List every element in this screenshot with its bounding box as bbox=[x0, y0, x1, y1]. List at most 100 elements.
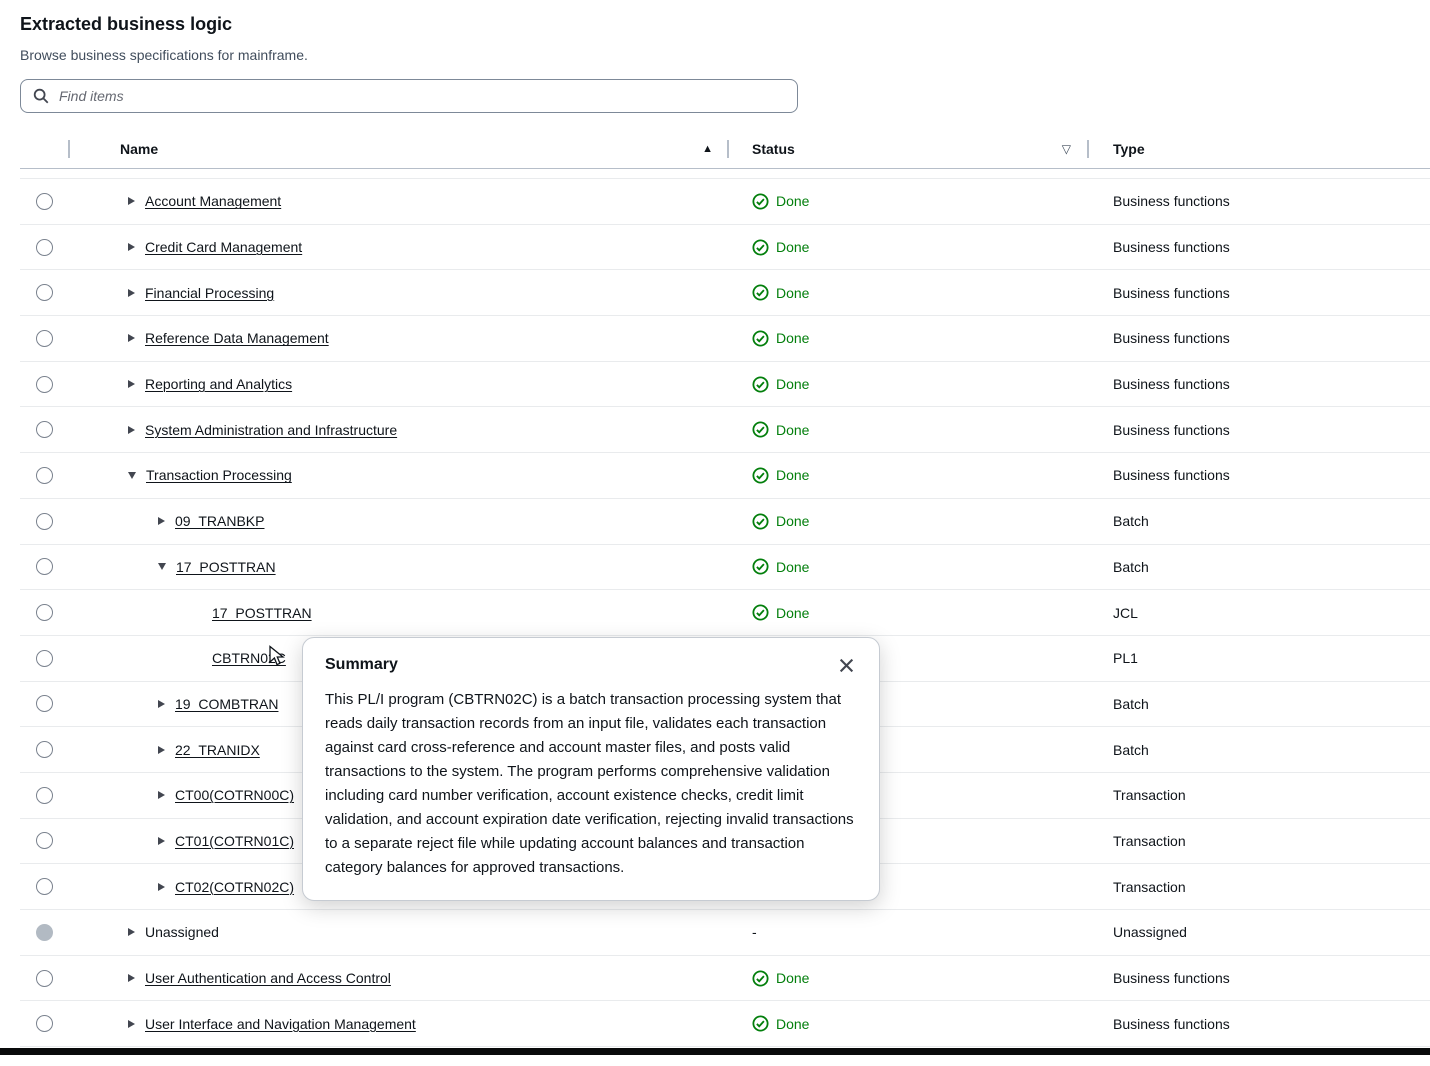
row-status-cell: Done bbox=[727, 604, 1087, 621]
expand-caret-icon[interactable] bbox=[128, 472, 136, 479]
row-radio-button[interactable] bbox=[36, 193, 53, 210]
column-label-name: Name bbox=[120, 141, 158, 157]
row-radio-button[interactable] bbox=[36, 239, 53, 256]
row-radio-button[interactable] bbox=[36, 695, 53, 712]
expand-caret-icon[interactable] bbox=[158, 837, 165, 845]
column-header-type[interactable]: Type bbox=[1087, 141, 1430, 157]
row-status-cell: Done bbox=[727, 193, 1087, 210]
expand-caret-icon[interactable] bbox=[128, 1020, 135, 1028]
expand-caret-icon[interactable] bbox=[158, 883, 165, 891]
row-name-link[interactable]: Credit Card Management bbox=[145, 239, 302, 255]
row-name-link[interactable]: System Administration and Infrastructure bbox=[145, 422, 397, 438]
row-name-link[interactable]: User Interface and Navigation Management bbox=[145, 1016, 416, 1032]
row-selection-cell bbox=[20, 239, 68, 256]
status-success-icon bbox=[752, 558, 769, 575]
expand-caret-icon[interactable] bbox=[158, 746, 165, 754]
row-name-link[interactable]: 17_POSTTRAN bbox=[176, 559, 276, 575]
row-radio-button[interactable] bbox=[36, 924, 53, 941]
status-success-icon bbox=[752, 604, 769, 621]
row-name-cell: Unassigned bbox=[68, 924, 727, 940]
row-radio-button[interactable] bbox=[36, 330, 53, 347]
page-title: Extracted business logic bbox=[20, 14, 1410, 35]
status-text: Done bbox=[776, 559, 809, 575]
row-radio-button[interactable] bbox=[36, 878, 53, 895]
row-radio-button[interactable] bbox=[36, 467, 53, 484]
row-radio-button[interactable] bbox=[36, 650, 53, 667]
row-name-cell: Account Management bbox=[68, 193, 727, 209]
row-radio-button[interactable] bbox=[36, 787, 53, 804]
status-text: Done bbox=[776, 422, 809, 438]
row-selection-cell bbox=[20, 878, 68, 895]
row-radio-button[interactable] bbox=[36, 558, 53, 575]
row-selection-cell bbox=[20, 695, 68, 712]
row-radio-button[interactable] bbox=[36, 604, 53, 621]
status-success-icon bbox=[752, 239, 769, 256]
row-type: Business functions bbox=[1087, 193, 1430, 209]
expand-caret-icon[interactable] bbox=[128, 197, 135, 205]
expand-caret-icon[interactable] bbox=[128, 243, 135, 251]
row-name-cell: 17_POSTTRAN bbox=[68, 605, 727, 621]
expand-caret-icon[interactable] bbox=[128, 426, 135, 434]
row-name-link[interactable]: Reference Data Management bbox=[145, 330, 329, 346]
row-type: Transaction bbox=[1087, 833, 1430, 849]
row-radio-button[interactable] bbox=[36, 376, 53, 393]
business-logic-table: Name ▲ Status ▽ Type Account Management bbox=[20, 129, 1430, 1047]
expand-caret-icon[interactable] bbox=[128, 289, 135, 297]
row-name-link[interactable]: Reporting and Analytics bbox=[145, 376, 292, 392]
row-name-link[interactable]: Account Management bbox=[145, 193, 281, 209]
column-header-name[interactable]: Name ▲ bbox=[68, 141, 727, 157]
row-type: Batch bbox=[1087, 559, 1430, 575]
row-radio-button[interactable] bbox=[36, 741, 53, 758]
row-selection-cell bbox=[20, 1015, 68, 1032]
row-name-cell: Transaction Processing bbox=[68, 467, 727, 483]
expand-caret-icon[interactable] bbox=[158, 700, 165, 708]
expand-caret-icon[interactable] bbox=[158, 791, 165, 799]
close-icon[interactable] bbox=[835, 654, 857, 676]
row-selection-cell bbox=[20, 604, 68, 621]
expand-caret-icon[interactable] bbox=[128, 334, 135, 342]
row-status-cell: Done bbox=[727, 239, 1087, 256]
expand-caret-icon[interactable] bbox=[158, 563, 166, 570]
column-header-status[interactable]: Status ▽ bbox=[727, 141, 1087, 157]
row-radio-button[interactable] bbox=[36, 832, 53, 849]
sort-descending-icon[interactable]: ▽ bbox=[1062, 142, 1071, 156]
row-name-cell: 17_POSTTRAN bbox=[68, 559, 727, 575]
row-type: Business functions bbox=[1087, 1016, 1430, 1032]
column-label-type: Type bbox=[1113, 141, 1145, 157]
row-name-link[interactable]: CT00(COTRN00C) bbox=[175, 787, 294, 803]
row-status-cell: Done bbox=[727, 376, 1087, 393]
table-row: Financial Processing Done Business funct… bbox=[20, 270, 1430, 316]
sort-ascending-icon[interactable]: ▲ bbox=[702, 143, 713, 155]
status-text: Done bbox=[776, 1016, 809, 1032]
row-name-cell: Reference Data Management bbox=[68, 330, 727, 346]
table-row: Unassigned - Unassigned bbox=[20, 910, 1430, 956]
expand-caret-icon[interactable] bbox=[128, 974, 135, 982]
table-row: Account Management Done Business functio… bbox=[20, 179, 1430, 225]
row-name-link[interactable]: Financial Processing bbox=[145, 285, 274, 301]
row-type: Business functions bbox=[1087, 467, 1430, 483]
row-radio-button[interactable] bbox=[36, 284, 53, 301]
expand-caret-icon[interactable] bbox=[158, 517, 165, 525]
row-selection-cell bbox=[20, 284, 68, 301]
row-radio-button[interactable] bbox=[36, 421, 53, 438]
row-radio-button[interactable] bbox=[36, 1015, 53, 1032]
row-name-link[interactable]: User Authentication and Access Control bbox=[145, 970, 391, 986]
row-type: Transaction bbox=[1087, 879, 1430, 895]
row-radio-button[interactable] bbox=[36, 970, 53, 987]
page: Extracted business logic Browse business… bbox=[0, 0, 1430, 1066]
row-name-link[interactable]: 22_TRANIDX bbox=[175, 742, 260, 758]
row-name-link[interactable]: 17_POSTTRAN bbox=[212, 605, 312, 621]
row-name-link[interactable]: 19_COMBTRAN bbox=[175, 696, 278, 712]
row-radio-button[interactable] bbox=[36, 513, 53, 530]
row-name-link[interactable]: CT01(COTRN01C) bbox=[175, 833, 294, 849]
row-name-link[interactable]: Transaction Processing bbox=[146, 467, 292, 483]
row-name-link[interactable]: CT02(COTRN02C) bbox=[175, 879, 294, 895]
row-status-cell: Done bbox=[727, 1015, 1087, 1032]
popover-header: Summary bbox=[325, 654, 857, 676]
row-status-cell: Done bbox=[727, 284, 1087, 301]
table-row: Transaction Processing Done Business fun… bbox=[20, 453, 1430, 499]
expand-caret-icon[interactable] bbox=[128, 928, 135, 936]
search-input[interactable] bbox=[20, 79, 798, 113]
expand-caret-icon[interactable] bbox=[128, 380, 135, 388]
row-name-link[interactable]: 09_TRANBKP bbox=[175, 513, 264, 529]
